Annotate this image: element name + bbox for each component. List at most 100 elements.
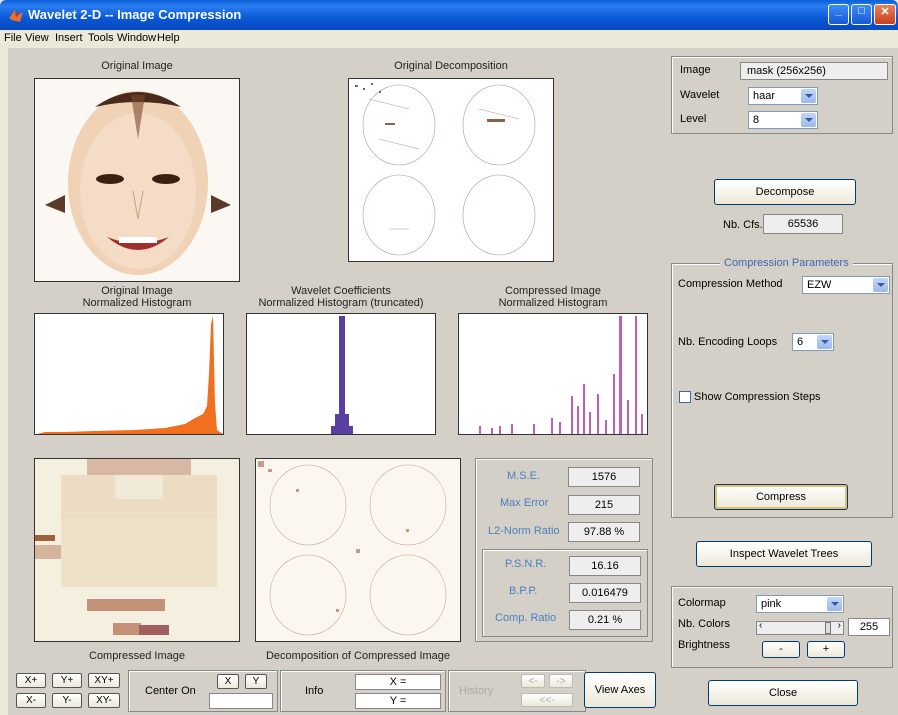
method-label: Compression Method: [678, 278, 783, 290]
nbcolors-input[interactable]: 255: [848, 618, 890, 636]
history-start-button[interactable]: <<-: [521, 693, 573, 707]
brightness-minus-button[interactable]: -: [762, 641, 800, 658]
maximize-button[interactable]: □: [851, 4, 872, 25]
info-y-field: Y =: [355, 693, 441, 709]
center-on-panel: Center On X Y: [128, 670, 278, 712]
minimize-icon: _: [835, 5, 842, 17]
brightness-plus-button[interactable]: +: [807, 641, 845, 658]
wavelet-select[interactable]: haar: [748, 87, 818, 105]
loops-value: 6: [797, 336, 804, 348]
history-back-button[interactable]: <-: [521, 674, 545, 688]
hist-original-title-2: Normalized Histogram: [82, 297, 192, 309]
hist-compressed-chart: [479, 316, 643, 434]
mask-image: [45, 91, 231, 275]
original-image-caption: Original Image: [101, 60, 173, 72]
view-axes-button[interactable]: View Axes: [584, 672, 656, 708]
xy-plus-button[interactable]: XY+: [88, 673, 120, 688]
matlab-icon: [9, 10, 23, 22]
chevron-down-icon: [817, 335, 832, 349]
hist-original-plot[interactable]: [34, 313, 224, 435]
l2-label: L2-Norm Ratio: [488, 525, 560, 537]
slider-right-icon: ›: [837, 620, 841, 631]
l2-value: 97.88 %: [568, 522, 640, 542]
hist-compressed-title-1: Compressed Image: [505, 285, 601, 297]
bottom-toolbar: X+ Y+ XY+ X- Y- XY- Center On X Y Info X…: [8, 668, 668, 715]
center-on-input[interactable]: [209, 693, 273, 709]
close-button[interactable]: Close: [708, 680, 858, 706]
show-steps-label: Show Compression Steps: [694, 391, 821, 403]
original-decomposition-plot[interactable]: [348, 78, 554, 262]
stats-subpanel: P.S.N.R. 16.16 B.P.P. 0.016479 Comp. Rat…: [482, 549, 648, 637]
method-select[interactable]: EZW: [802, 276, 890, 294]
hist-compressed-plot[interactable]: [458, 313, 648, 435]
history-forward-button[interactable]: ->: [549, 674, 573, 688]
level-label: Level: [680, 113, 707, 125]
hist-original-caption: Original Image Normalized Histogram: [34, 285, 240, 309]
nbcolors-label: Nb. Colors: [678, 618, 730, 630]
center-x-button[interactable]: X: [217, 674, 239, 689]
slider-thumb[interactable]: [825, 622, 831, 634]
maximize-icon: □: [858, 5, 865, 17]
chevron-down-icon: [827, 597, 842, 611]
xy-minus-button[interactable]: XY-: [88, 693, 120, 708]
decomp-compressed-caption: Decomposition of Compressed Image: [265, 650, 451, 662]
level-value: 8: [753, 114, 760, 126]
y-plus-button[interactable]: Y+: [52, 673, 82, 688]
hist-coeffs-plot[interactable]: [246, 313, 436, 435]
menu-help[interactable]: Help: [157, 32, 180, 44]
mse-value: 1576: [568, 467, 640, 487]
maxerr-label: Max Error: [500, 497, 549, 509]
loops-select[interactable]: 6: [792, 333, 834, 351]
inspect-trees-button[interactable]: Inspect Wavelet Trees: [696, 541, 872, 567]
close-window-button[interactable]: ✕: [874, 4, 896, 25]
center-on-label: Center On: [145, 685, 196, 697]
close-icon: ✕: [880, 6, 890, 18]
colormap-select[interactable]: pink: [756, 595, 844, 613]
center-y-button[interactable]: Y: [245, 674, 267, 689]
compression-params-panel: Compression Parameters Compression Metho…: [671, 257, 893, 518]
psnr-label: P.S.N.R.: [505, 558, 547, 570]
compress-button[interactable]: Compress: [714, 484, 848, 510]
history-label: History: [459, 685, 494, 697]
menu-view[interactable]: View: [25, 32, 49, 44]
show-steps-checkbox[interactable]: [679, 391, 691, 403]
slider-left-icon: ‹: [759, 620, 763, 631]
minimize-button[interactable]: _: [828, 4, 849, 25]
menu-bar: File View Insert Tools Window Help: [0, 30, 898, 47]
image-value: mask (256x256): [740, 62, 888, 80]
hist-coeffs-caption: Wavelet Coefficients Normalized Histogra…: [246, 285, 436, 309]
loops-label: Nb. Encoding Loops: [678, 336, 778, 348]
window-title: Wavelet 2-D -- Image Compression: [28, 7, 242, 22]
decomposition-image: [355, 83, 536, 256]
decompose-button[interactable]: Decompose: [714, 179, 856, 205]
ratio-value: 0.21 %: [569, 610, 641, 630]
original-image-plot[interactable]: [34, 78, 240, 282]
menu-window[interactable]: Window: [117, 32, 156, 44]
info-panel: Info X = Y =: [280, 670, 446, 712]
y-minus-button[interactable]: Y-: [52, 693, 82, 708]
nbcolors-slider[interactable]: ‹ ›: [756, 620, 844, 635]
compressed-image-plot[interactable]: [34, 458, 240, 642]
menu-tools[interactable]: Tools: [88, 32, 114, 44]
image-label: Image: [680, 64, 711, 76]
x-plus-button[interactable]: X+: [16, 673, 46, 688]
brightness-label: Brightness: [678, 639, 730, 651]
menu-file[interactable]: File: [4, 32, 22, 44]
x-minus-button[interactable]: X-: [16, 693, 46, 708]
menu-insert[interactable]: Insert: [55, 32, 83, 44]
hist-coeffs-chart: [331, 316, 353, 434]
decomp-compressed-plot[interactable]: [255, 458, 461, 642]
info-label: Info: [305, 685, 324, 697]
hist-coeffs-title-1: Wavelet Coefficients: [291, 285, 391, 297]
stats-panel: M.S.E. 1576 Max Error 215 L2-Norm Ratio …: [475, 458, 653, 642]
hist-coeffs-title-2: Normalized Histogram (truncated): [258, 297, 424, 309]
nbcfs-label: Nb. Cfs.: [723, 219, 763, 231]
info-x-field: X =: [355, 674, 441, 690]
chevron-down-icon: [873, 278, 888, 292]
mse-label: M.S.E.: [507, 470, 541, 482]
bpp-label: B.P.P.: [509, 585, 538, 597]
ratio-label: Comp. Ratio: [495, 612, 557, 624]
level-select[interactable]: 8: [748, 111, 818, 129]
history-panel: History <- -> <<-: [448, 670, 586, 712]
colormap-value: pink: [761, 598, 782, 610]
